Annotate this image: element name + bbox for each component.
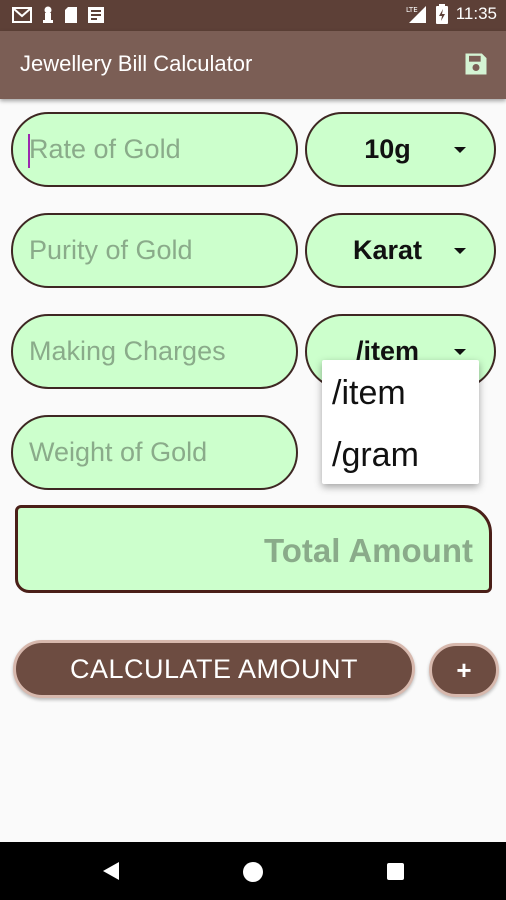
making-charges-field[interactable] — [11, 314, 298, 389]
news-icon — [88, 7, 104, 23]
signal-lte-icon: LTE — [406, 6, 426, 23]
dropdown-option-gram[interactable]: /gram — [332, 424, 419, 486]
total-amount-box: Total Amount — [15, 505, 492, 593]
text-cursor — [28, 134, 30, 168]
svg-text:LTE: LTE — [406, 6, 418, 14]
rate-of-gold-input[interactable] — [13, 114, 296, 185]
making-unit-dropdown-menu: /item /gram — [322, 360, 479, 484]
home-icon[interactable] — [243, 862, 263, 882]
battery-icon — [435, 4, 448, 24]
recent-apps-icon[interactable] — [387, 863, 404, 880]
status-bar: LTE 11:35 — [0, 0, 506, 31]
dropdown-arrow-icon — [454, 348, 466, 355]
rate-unit-value: 10g — [364, 134, 411, 164]
purity-of-gold-field[interactable] — [11, 213, 298, 288]
dropdown-arrow-icon — [454, 146, 466, 153]
gmail-icon — [12, 7, 32, 23]
app-bar: Jewellery Bill Calculator — [0, 31, 506, 99]
total-amount-text: Total Amount — [264, 532, 473, 569]
save-icon — [465, 53, 487, 75]
rate-of-gold-field[interactable] — [11, 112, 298, 187]
purity-of-gold-input[interactable] — [13, 215, 296, 286]
weight-of-gold-field[interactable] — [11, 415, 298, 490]
weight-of-gold-input[interactable] — [13, 417, 296, 488]
back-icon[interactable] — [102, 861, 120, 881]
purity-unit-spinner[interactable]: Karat — [305, 213, 496, 288]
purity-unit-value: Karat — [352, 235, 423, 265]
add-button[interactable]: + — [429, 643, 499, 697]
making-charges-input[interactable] — [13, 316, 296, 387]
dropdown-arrow-icon — [454, 247, 466, 254]
rate-unit-spinner[interactable]: 10g — [305, 112, 496, 187]
calculate-amount-button[interactable]: CALCULATE AMOUNT — [13, 640, 415, 698]
navigation-bar — [0, 842, 506, 900]
sd-card-icon — [65, 7, 77, 23]
notification-icon — [43, 6, 53, 23]
status-time: 11:35 — [455, 4, 497, 23]
dropdown-option-item[interactable]: /item — [332, 362, 406, 424]
app-title: Jewellery Bill Calculator — [20, 51, 253, 76]
save-button[interactable] — [462, 50, 490, 78]
